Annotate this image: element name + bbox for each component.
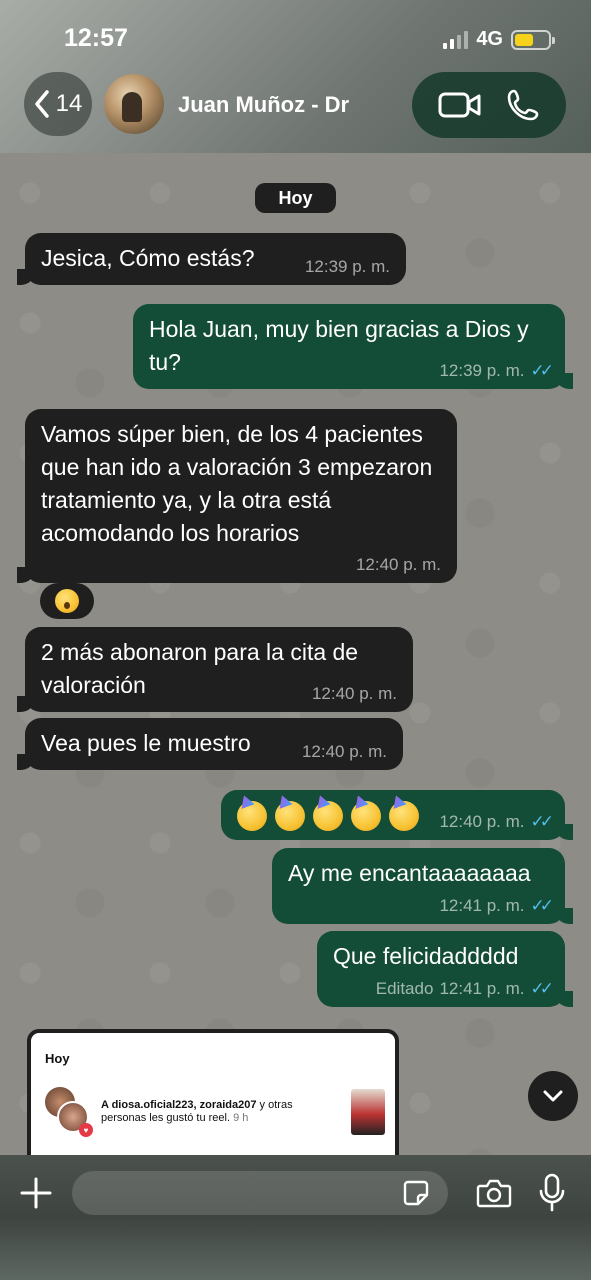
message-meta: 12:39 p. m. xyxy=(305,257,390,277)
party-face-emoji-icon xyxy=(275,801,305,831)
read-ticks-icon: ✓✓ xyxy=(530,896,554,915)
party-face-emoji-icon xyxy=(237,801,267,831)
message-bubble-incoming[interactable]: Jesica, Cómo estás? 12:39 p. m. xyxy=(17,233,406,285)
message-bubble-incoming[interactable]: Vamos súper bien, de los 4 pacientes que… xyxy=(17,409,457,583)
edited-label: Editado xyxy=(375,979,434,998)
message-time: 12:40 p. m. xyxy=(355,555,441,574)
reel-card-title: Hoy xyxy=(45,1051,70,1066)
date-separator: Hoy xyxy=(255,183,336,213)
message-meta: 12:39 p. m. ✓✓ xyxy=(439,361,554,381)
status-time: 12:57 xyxy=(64,24,128,52)
message-bubble-incoming[interactable]: Vea pues le muestro 12:40 p. m. xyxy=(17,718,403,770)
party-face-emoji-icon xyxy=(313,801,343,831)
message-text: Vea pues le muestro xyxy=(41,730,251,756)
message-meta: 12:40 p. m. ✓✓ xyxy=(439,812,554,832)
sticker-icon[interactable] xyxy=(402,1179,430,1207)
reel-time: 9 h xyxy=(233,1112,249,1124)
chevron-left-icon xyxy=(34,90,49,118)
message-time: 12:40 p. m. xyxy=(311,684,397,703)
heart-icon: ♥ xyxy=(79,1123,93,1137)
reel-notification-card[interactable]: Hoy ♥ A diosa.oficial223, zoraida207 y o… xyxy=(27,1029,399,1155)
reel-users: A diosa.oficial223, zoraida207 xyxy=(101,1099,257,1111)
camera-icon[interactable] xyxy=(476,1177,512,1209)
whatsapp-chat-screen: 12:57 4G 14 Juan Muñoz - Dr Hoy Jesica, … xyxy=(0,0,591,1280)
message-time: 12:40 p. m. xyxy=(301,742,387,761)
scroll-to-bottom-button[interactable] xyxy=(528,1071,578,1121)
mic-icon[interactable] xyxy=(538,1173,566,1213)
message-bubble-incoming[interactable]: 2 más abonaron para la cita de valoració… xyxy=(17,627,413,712)
message-meta: 12:40 p. m. xyxy=(312,684,397,704)
chevron-down-icon xyxy=(543,1090,563,1102)
battery-icon xyxy=(511,29,555,50)
message-bubble-outgoing[interactable]: Ay me encantaaaaaaaa 12:41 p. m. ✓✓ xyxy=(272,848,573,924)
message-text: Vamos súper bien, de los 4 pacientes que… xyxy=(41,421,433,546)
reel-like-text: A diosa.oficial223, zoraida207 y otras p… xyxy=(101,1099,331,1125)
message-text: Jesica, Cómo estás? xyxy=(41,245,255,271)
message-meta: 12:41 p. m. ✓✓ xyxy=(439,896,554,916)
video-call-icon[interactable] xyxy=(438,90,482,120)
message-time: 12:40 p. m. xyxy=(439,812,525,831)
message-input[interactable] xyxy=(72,1171,448,1215)
contact-name[interactable]: Juan Muñoz - Dr xyxy=(178,92,349,118)
message-text: Ay me encantaaaaaaaa xyxy=(288,860,531,886)
message-text: 2 más abonaron para la cita de valoració… xyxy=(41,639,359,698)
message-text: Que felicidaddddd xyxy=(333,943,519,969)
back-button[interactable]: 14 xyxy=(24,72,92,136)
read-ticks-icon: ✓✓ xyxy=(530,812,554,831)
message-time: 12:41 p. m. xyxy=(439,896,525,915)
message-time: 12:41 p. m. xyxy=(439,979,525,998)
plus-icon[interactable] xyxy=(18,1175,54,1211)
read-ticks-icon: ✓✓ xyxy=(530,361,554,380)
party-face-emoji-icon xyxy=(389,801,419,831)
message-bubble-outgoing[interactable]: 12:40 p. m. ✓✓ xyxy=(221,790,573,840)
message-meta: Editado 12:41 p. m. ✓✓ xyxy=(375,979,554,999)
reaction-badge[interactable] xyxy=(40,583,94,619)
party-face-emoji-icon xyxy=(351,801,381,831)
contact-avatar[interactable] xyxy=(104,74,164,134)
surprised-emoji-icon xyxy=(55,589,79,613)
network-label: 4G xyxy=(476,28,503,50)
read-ticks-icon: ✓✓ xyxy=(530,979,554,998)
message-bubble-outgoing[interactable]: Que felicidaddddd Editado 12:41 p. m. ✓✓ xyxy=(317,931,573,1007)
message-time: 12:39 p. m. xyxy=(439,361,525,380)
call-actions xyxy=(412,72,566,138)
liker-avatars: ♥ xyxy=(45,1087,93,1137)
message-bubble-outgoing[interactable]: Hola Juan, muy bien gracias a Dios y tu?… xyxy=(133,304,573,389)
phone-icon[interactable] xyxy=(506,88,540,122)
reel-thumbnail[interactable] xyxy=(351,1089,385,1135)
chat-header: 12:57 4G 14 Juan Muñoz - Dr xyxy=(0,0,591,153)
unread-count: 14 xyxy=(55,90,83,117)
message-meta: 12:40 p. m. xyxy=(356,555,441,575)
message-time: 12:39 p. m. xyxy=(304,257,390,276)
signal-icon xyxy=(443,30,469,49)
message-meta: 12:40 p. m. xyxy=(302,742,387,762)
composer-bar xyxy=(0,1155,591,1280)
status-indicators: 4G xyxy=(443,28,555,51)
message-list[interactable]: Hoy Jesica, Cómo estás? 12:39 p. m. Hola… xyxy=(0,153,591,1155)
